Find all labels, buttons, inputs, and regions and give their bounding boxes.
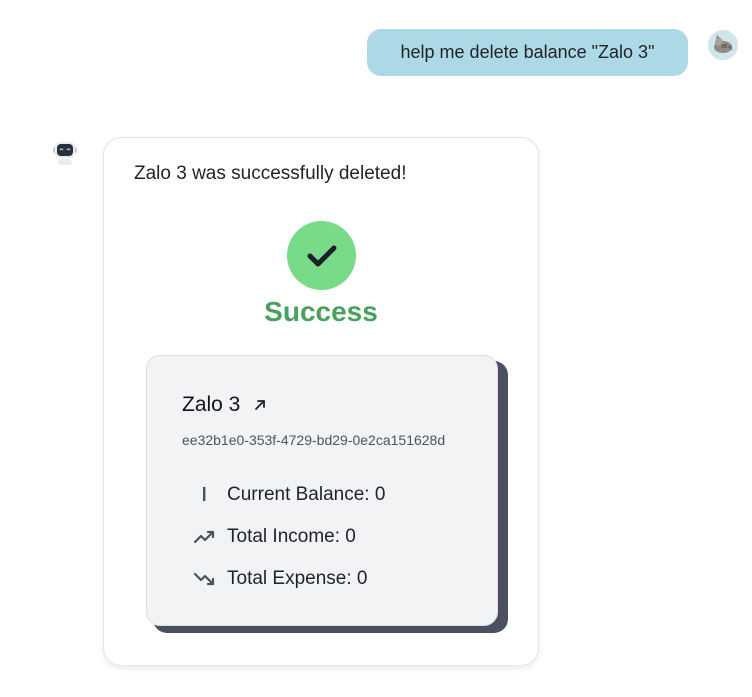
balance-id: ee32b1e0-353f-4729-bd29-0e2ca151628d [182,432,446,448]
stat-label: Current Balance: 0 [227,484,386,505]
stat-total-expense: Total Expense: 0 [193,568,367,590]
trending-up-icon [193,527,217,547]
balance-bar-icon [193,485,217,505]
balance-name-row[interactable]: Zalo 3 [182,393,267,417]
bot-message-card: Zalo 3 was successfully deleted! Success… [103,137,539,666]
success-check-circle [287,221,356,290]
external-link-icon[interactable] [253,398,267,412]
success-label: Success [264,296,378,327]
stat-label: Total Income: 0 [227,526,356,547]
stat-label: Total Expense: 0 [227,568,368,589]
stat-current-balance: Current Balance: 0 [193,484,385,506]
user-message-text: help me delete balance "Zalo 3" [400,42,655,62]
balance-name: Zalo 3 [182,393,241,416]
chat-page: help me delete balance "Zalo 3" Zalo 3 w… [0,0,752,697]
trending-down-icon [193,569,217,589]
bot-avatar [50,138,80,168]
stat-total-income: Total Income: 0 [193,526,356,548]
bot-message-text: Zalo 3 was successfully deleted! [134,163,407,184]
checkmark-icon [307,245,336,266]
user-message-bubble: help me delete balance "Zalo 3" [367,29,688,76]
user-avatar [708,30,738,60]
balance-card: Zalo 3 ee32b1e0-353f-4729-bd29-0e2ca1516… [146,355,498,626]
